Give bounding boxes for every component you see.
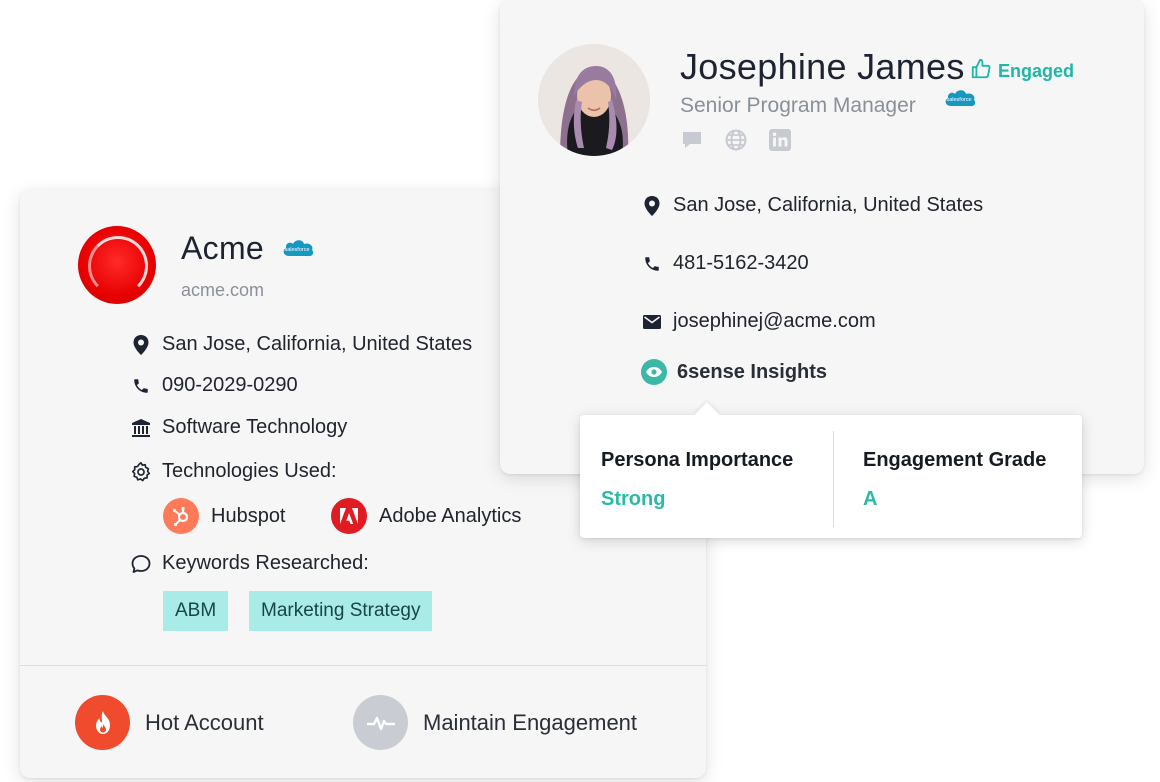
bank-icon [130,417,152,439]
technology-name: Adobe Analytics [379,504,522,527]
contact-card: Josephine James Engaged salesforce Senio… [500,0,1144,474]
insights-popup: Persona Importance Strong Engagement Gra… [580,402,1082,538]
salesforce-icon[interactable]: salesforce [942,86,978,110]
contact-location-row: San Jose, California, United States [641,194,983,217]
keyword-tag[interactable]: ABM [163,591,229,631]
gear-icon [130,461,152,483]
location-pin-icon [130,334,152,356]
technology-item-hubspot[interactable]: Hubspot [163,498,286,534]
popup-divider [833,431,834,527]
account-phone[interactable]: 090-2029-0290 [162,374,298,397]
metric-value: Strong [601,488,666,510]
thumbs-up-icon [970,58,992,85]
contact-phone[interactable]: 481-5162-3420 [673,252,809,275]
keywords-label: Keywords Researched: [162,552,369,574]
salesforce-text: salesforce [946,97,971,103]
contact-name[interactable]: Josephine James [680,46,965,88]
hubspot-icon [163,498,199,534]
metric-label: Persona Importance [601,449,794,471]
6sense-insights-toggle[interactable]: 6sense Insights [641,359,827,385]
contact-location: San Jose, California, United States [673,194,984,216]
flame-icon [75,695,130,750]
location-pin-icon [641,195,663,217]
account-name[interactable]: Acme [181,230,264,267]
keyword-tag[interactable]: Marketing Strategy [249,591,433,631]
avatar[interactable] [538,44,650,156]
linkedin-icon[interactable] [768,128,792,152]
contact-phone-row: 481-5162-3420 [641,252,809,275]
engaged-label: Engaged [998,61,1075,81]
phone-icon [130,375,152,397]
engagement-grade-metric: Engagement Grade A [863,449,1046,511]
hot-account-status[interactable]: Hot Account [75,695,264,750]
metric-label: Engagement Grade [863,449,1047,471]
account-industry-row: Software Technology [130,416,347,439]
account-industry: Software Technology [162,416,348,438]
social-links [680,128,792,152]
globe-icon[interactable] [724,128,748,152]
adobe-icon [331,498,367,534]
technology-name: Hubspot [211,504,286,527]
contact-email[interactable]: josephinej@acme.com [673,310,876,333]
persona-importance-metric: Persona Importance Strong [601,449,793,511]
account-location: San Jose, California, United States [162,333,473,355]
eye-icon [641,359,667,385]
salesforce-icon[interactable]: salesforce [280,236,316,260]
chat-bubble-icon [130,553,152,575]
acme-logo [78,226,156,304]
technologies-label: Technologies Used: [162,460,337,482]
technologies-label-row: Technologies Used: [130,460,337,483]
status-label: Maintain Engagement [423,709,638,735]
account-domain[interactable]: acme.com [181,280,264,301]
status-label: Hot Account [145,709,264,735]
card-divider [20,665,706,666]
keywords-label-row: Keywords Researched: [130,552,369,575]
phone-icon [641,253,663,275]
engaged-badge: Engaged [970,58,1074,85]
salesforce-text: salesforce [284,247,309,253]
chat-icon[interactable] [680,128,704,152]
account-location-row: San Jose, California, United States [130,333,472,356]
metric-value: A [863,488,878,510]
insights-label: 6sense Insights [677,360,828,383]
mail-icon [641,311,663,333]
pulse-icon [353,695,408,750]
maintain-engagement-status[interactable]: Maintain Engagement [353,695,637,750]
contact-title: Senior Program Manager [680,94,916,117]
account-phone-row: 090-2029-0290 [130,374,298,397]
contact-email-row: josephinej@acme.com [641,310,876,333]
technology-item-adobe-analytics[interactable]: Adobe Analytics [331,498,521,534]
